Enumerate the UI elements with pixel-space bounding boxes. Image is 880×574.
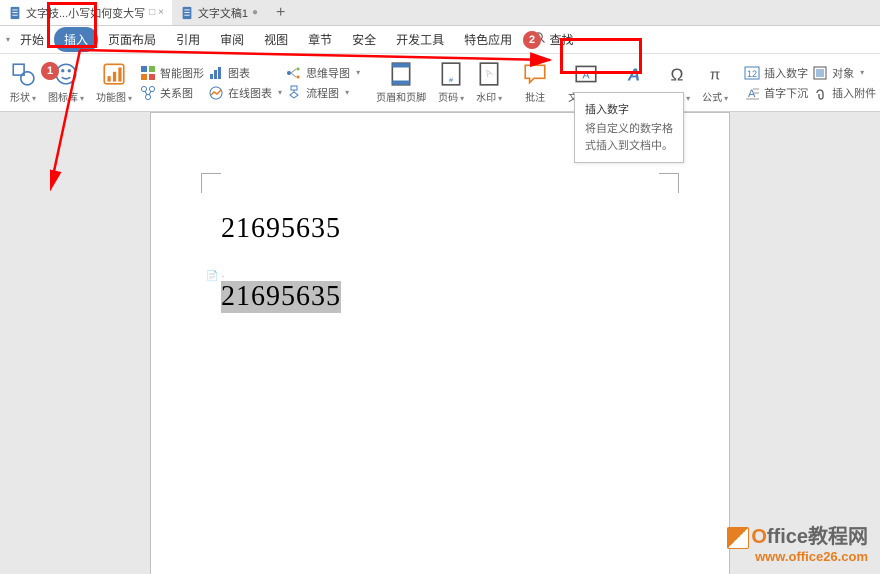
tab-close-icon[interactable]: ● — [252, 7, 258, 18]
menu-start[interactable]: 开始 — [10, 27, 54, 52]
brand-logo-icon — [727, 527, 749, 549]
svg-text:#: # — [449, 76, 454, 85]
wordart-icon: A — [621, 61, 647, 87]
ribbon-object[interactable]: 对象▾ — [812, 65, 876, 81]
ribbon-relation[interactable]: 关系图 — [140, 85, 204, 101]
svg-text:12: 12 — [747, 69, 757, 79]
ribbon-comment[interactable]: 批注 — [516, 56, 554, 109]
shape-icon — [10, 61, 36, 87]
svg-text:A: A — [483, 67, 495, 80]
menu-bar: ▾ 开始 插入 页面布局 引用 审阅 视图 章节 安全 开发工具 特色应用 查找 — [0, 26, 880, 54]
ribbon-insert-number[interactable]: 12插入数字 — [744, 65, 808, 81]
new-tab-button[interactable]: + — [266, 4, 295, 22]
ribbon-icon-lib[interactable]: 图标库▾ — [42, 56, 90, 109]
svg-text:A: A — [627, 65, 641, 85]
ribbon-chart[interactable]: 图表 — [208, 65, 282, 81]
ribbon-mind-map[interactable]: 思维导图▾ — [286, 65, 360, 81]
textbox-icon: A — [573, 61, 599, 87]
search-button[interactable]: 查找 — [524, 27, 583, 52]
doc-icon — [8, 6, 22, 20]
menu-page-layout[interactable]: 页面布局 — [98, 27, 166, 52]
menu-chapter[interactable]: 章节 — [298, 27, 342, 52]
ribbon-watermark[interactable]: A 水印▾ — [470, 56, 508, 109]
tab-label: 文字文稿1 — [198, 5, 248, 21]
insert-number-icon: 12 — [744, 65, 760, 81]
document-page[interactable]: 📄 · 21695635 21695635 — [150, 112, 730, 574]
ribbon-flowchart[interactable]: 流程图▾ — [286, 85, 360, 101]
comment-icon — [522, 61, 548, 87]
ribbon-toolbar: 形状▾ 图标库▾ 功能图▾ 智能图形 关系图 图表 在线图表▾ 思维导图▾ 流程… — [0, 54, 880, 112]
online-chart-icon — [208, 85, 224, 101]
equation-icon: π — [702, 61, 728, 87]
chart-icon — [208, 65, 224, 81]
document-area[interactable]: 📄 · 21695635 21695635 — [0, 112, 880, 574]
margin-marker-tr — [659, 173, 679, 193]
menu-insert[interactable]: 插入 — [54, 27, 98, 52]
tab-bar: 文字技...小写如何变大写 □ × 文字文稿1 ● + — [0, 0, 880, 26]
ribbon-insert-attachment[interactable]: 插入附件 — [812, 85, 876, 101]
symbol-icon: Ω — [664, 61, 690, 87]
svg-text:Ω: Ω — [671, 65, 684, 85]
ribbon-equation[interactable]: π 公式▾ — [696, 56, 734, 109]
svg-text:A: A — [582, 69, 590, 81]
tooltip-title: 插入数字 — [585, 101, 673, 117]
page-number-icon: # — [438, 61, 464, 87]
attachment-icon — [812, 85, 828, 101]
menu-references[interactable]: 引用 — [166, 27, 210, 52]
watermark-url: www.office26.com — [727, 549, 868, 564]
first-letter-icon: A — [744, 85, 760, 101]
paragraph-marker-icon: 📄 · — [206, 271, 225, 282]
watermark-brand: Office教程网 www.office26.com — [727, 520, 868, 564]
svg-text:π: π — [710, 66, 720, 83]
doc-icon — [180, 6, 194, 20]
document-tab-1[interactable]: 文字技...小写如何变大写 □ × — [0, 0, 172, 25]
smart-art-icon — [140, 65, 156, 81]
menu-review[interactable]: 审阅 — [210, 27, 254, 52]
ribbon-header-footer[interactable]: 页眉和页脚 — [370, 56, 432, 109]
feature-chart-icon — [101, 61, 127, 87]
menu-dev-tools[interactable]: 开发工具 — [386, 27, 454, 52]
search-label: 查找 — [550, 33, 574, 47]
ribbon-page-number[interactable]: # 页码▾ — [432, 56, 470, 109]
margin-marker-tl — [201, 173, 221, 193]
menu-special-apps[interactable]: 特色应用 — [454, 27, 522, 52]
document-text-line1[interactable]: 21695635 — [221, 213, 659, 245]
tooltip-body: 将自定义的数字格式插入到文档中。 — [585, 121, 673, 154]
document-text-line2-selected[interactable]: 21695635 — [221, 281, 341, 313]
ribbon-online-chart[interactable]: 在线图表▾ — [208, 85, 282, 101]
document-tab-2[interactable]: 文字文稿1 ● — [172, 0, 266, 25]
mind-map-icon — [286, 65, 302, 81]
insert-number-tooltip: 插入数字 将自定义的数字格式插入到文档中。 — [574, 92, 684, 163]
relation-icon — [140, 85, 156, 101]
flowchart-icon — [286, 85, 302, 101]
object-icon — [812, 65, 828, 81]
tab-label: 文字技...小写如何变大写 — [26, 5, 145, 21]
ribbon-first-letter[interactable]: A首字下沉 — [744, 85, 808, 101]
ribbon-smart-art[interactable]: 智能图形 — [140, 65, 204, 81]
tab-close-icon[interactable]: □ × — [149, 7, 164, 18]
ribbon-shape[interactable]: 形状▾ — [4, 56, 42, 109]
menu-view[interactable]: 视图 — [254, 27, 298, 52]
header-footer-icon — [388, 61, 414, 87]
ribbon-feature-chart[interactable]: 功能图▾ — [90, 56, 138, 109]
icon-lib-icon — [53, 61, 79, 87]
menu-security[interactable]: 安全 — [342, 27, 386, 52]
svg-text:A: A — [748, 88, 756, 100]
watermark-icon: A — [476, 61, 502, 87]
